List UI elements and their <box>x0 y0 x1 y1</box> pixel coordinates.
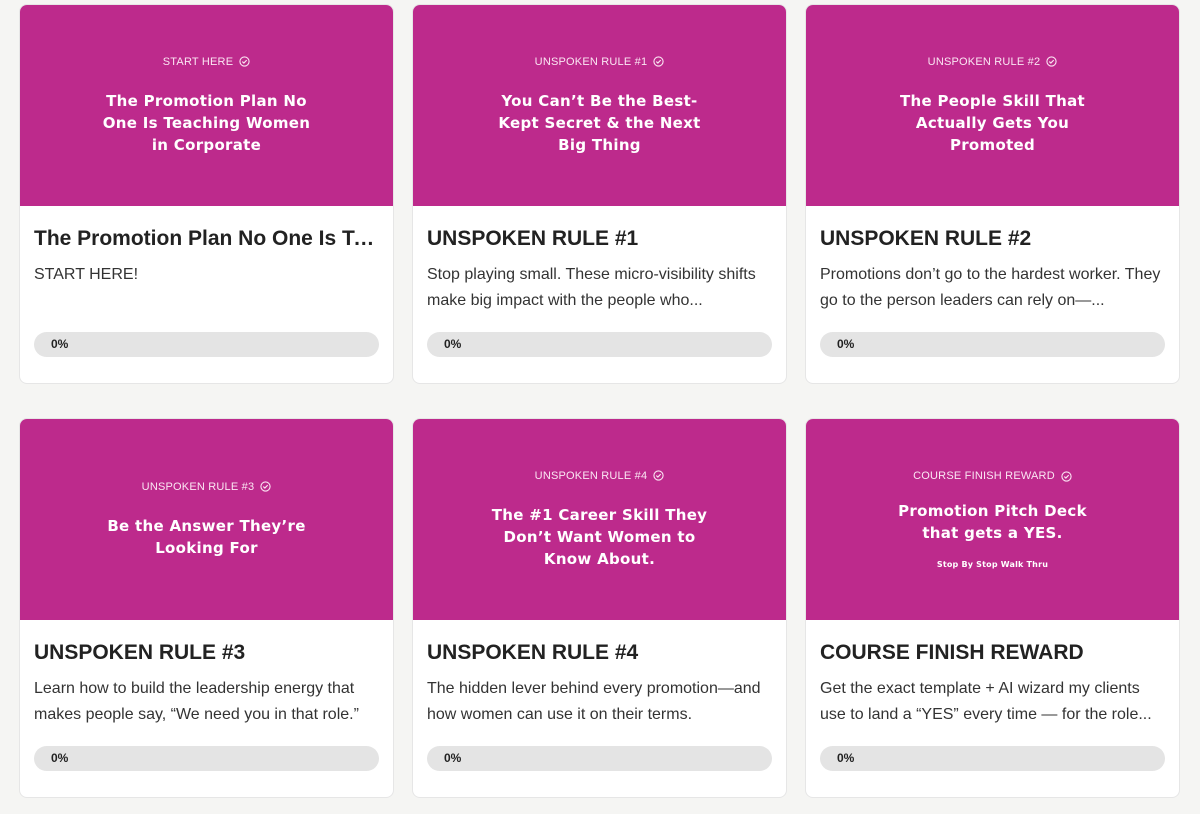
progress-label: 0% <box>51 337 69 351</box>
thumbnail-title: The People Skill That Actually Gets You … <box>900 91 1085 154</box>
progress-label: 0% <box>837 751 855 765</box>
check-circle-icon <box>1046 56 1057 67</box>
progress-bar: 0% <box>34 332 379 357</box>
progress-label: 0% <box>444 337 462 351</box>
course-title[interactable]: The Promotion Plan No One Is Te... <box>34 226 379 252</box>
course-grid: START HERE The Promotion Plan No One Is … <box>0 0 1200 814</box>
course-card-promotion-plan[interactable]: START HERE The Promotion Plan No One Is … <box>19 4 394 384</box>
thumbnail-eyebrow: COURSE FINISH REWARD <box>913 470 1072 482</box>
thumbnail-eyebrow-label: UNSPOKEN RULE #3 <box>141 480 255 493</box>
progress-bar: 0% <box>427 746 772 771</box>
course-description: The hidden lever behind every promotion—… <box>427 680 761 723</box>
check-circle-icon <box>260 481 271 492</box>
thumbnail-title: You Can’t Be the Best-Kept Secret & the … <box>498 91 701 154</box>
course-thumbnail[interactable]: UNSPOKEN RULE #2 The People Skill That A… <box>806 5 1179 206</box>
course-thumbnail[interactable]: UNSPOKEN RULE #1 You Can’t Be the Best-K… <box>413 5 786 206</box>
thumbnail-eyebrow: START HERE <box>163 56 250 68</box>
thumbnail-eyebrow: UNSPOKEN RULE #1 <box>535 56 665 68</box>
progress-bar: 0% <box>34 746 379 771</box>
course-title[interactable]: UNSPOKEN RULE #1 <box>427 226 772 252</box>
check-circle-icon <box>1061 470 1072 482</box>
thumbnail-eyebrow-label: UNSPOKEN RULE #2 <box>927 55 1041 68</box>
course-card-unspoken-rule-2[interactable]: UNSPOKEN RULE #2 The People Skill That A… <box>805 4 1180 384</box>
thumbnail-title: The #1 Career Skill They Don’t Want Wome… <box>491 505 708 568</box>
check-circle-icon <box>653 470 664 481</box>
course-card-unspoken-rule-3[interactable]: UNSPOKEN RULE #3 Be the Answer They’re L… <box>19 418 394 798</box>
thumbnail-title: Be the Answer They’re Looking For <box>107 516 306 557</box>
thumbnail-eyebrow-label: UNSPOKEN RULE #4 <box>534 469 648 482</box>
course-card-unspoken-rule-1[interactable]: UNSPOKEN RULE #1 You Can’t Be the Best-K… <box>412 4 787 384</box>
progress-label: 0% <box>51 751 69 765</box>
course-thumbnail[interactable]: UNSPOKEN RULE #4 The #1 Career Skill The… <box>413 419 786 620</box>
thumbnail-title: Promotion Pitch Deck that gets a YES. <box>898 502 1087 542</box>
check-circle-icon <box>653 56 664 67</box>
course-title[interactable]: COURSE FINISH REWARD <box>820 640 1165 666</box>
course-description: Promotions don’t go to the hardest worke… <box>820 266 1161 309</box>
course-thumbnail[interactable]: UNSPOKEN RULE #3 Be the Answer They’re L… <box>20 419 393 620</box>
thumbnail-eyebrow-label: COURSE FINISH REWARD <box>913 470 1055 482</box>
progress-bar: 0% <box>820 332 1165 357</box>
thumbnail-subtitle: Stop By Stop Walk Thru <box>936 560 1049 569</box>
course-card-unspoken-rule-4[interactable]: UNSPOKEN RULE #4 The #1 Career Skill The… <box>412 418 787 798</box>
progress-bar: 0% <box>820 746 1165 771</box>
course-card-finish-reward[interactable]: COURSE FINISH REWARD Promotion Pitch Dec… <box>805 418 1180 798</box>
thumbnail-eyebrow: UNSPOKEN RULE #3 <box>142 481 272 493</box>
thumbnail-eyebrow: UNSPOKEN RULE #2 <box>928 56 1058 68</box>
progress-bar: 0% <box>427 332 772 357</box>
course-thumbnail[interactable]: COURSE FINISH REWARD Promotion Pitch Dec… <box>806 419 1179 620</box>
course-title[interactable]: UNSPOKEN RULE #4 <box>427 640 772 666</box>
progress-label: 0% <box>837 337 855 351</box>
thumbnail-eyebrow: UNSPOKEN RULE #4 <box>535 470 665 482</box>
thumbnail-eyebrow-label: START HERE <box>162 55 234 68</box>
progress-label: 0% <box>444 751 462 765</box>
course-description: Stop playing small. These micro-visibili… <box>427 266 756 309</box>
course-title[interactable]: UNSPOKEN RULE #3 <box>34 640 379 666</box>
course-description: START HERE! <box>34 266 139 283</box>
course-title[interactable]: UNSPOKEN RULE #2 <box>820 226 1165 252</box>
course-description: Learn how to build the leadership energy… <box>34 680 359 723</box>
thumbnail-eyebrow-label: UNSPOKEN RULE #1 <box>534 55 648 68</box>
course-description: Get the exact template + AI wizard my cl… <box>820 680 1152 723</box>
check-circle-icon <box>239 56 250 67</box>
course-thumbnail[interactable]: START HERE The Promotion Plan No One Is … <box>20 5 393 206</box>
thumbnail-title: The Promotion Plan No One Is Teaching Wo… <box>102 91 311 154</box>
